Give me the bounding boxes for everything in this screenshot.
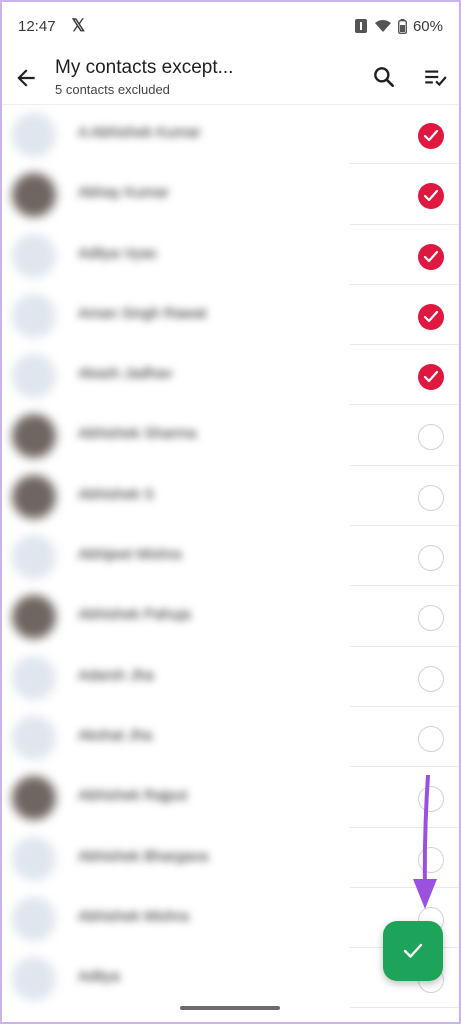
avatar (12, 776, 56, 821)
check-icon (403, 943, 423, 958)
contact-name: Abhishek S (78, 485, 154, 503)
unchecked-circle-icon[interactable] (418, 605, 444, 632)
contact-name: Abhishek Bhargava (78, 847, 209, 865)
contact-row[interactable]: Abhijeet Mishra (0, 526, 461, 587)
contact-row[interactable]: Abhishek Bhargava (0, 828, 461, 888)
title-block: My contacts except... 5 contacts exclude… (55, 57, 233, 97)
contact-row[interactable]: Aditya Vyas (0, 225, 461, 285)
annotation-arrow (413, 775, 437, 909)
unchecked-circle-icon[interactable] (418, 484, 444, 511)
arrow-left-icon[interactable] (13, 65, 39, 91)
checked-icon[interactable] (418, 123, 444, 149)
page-subtitle: 5 contacts excluded (55, 82, 170, 97)
avatar (12, 836, 56, 881)
unchecked-circle-icon[interactable] (418, 545, 444, 572)
status-time: 12:47 (18, 17, 56, 35)
avatar (12, 957, 56, 1002)
contact-name: Aditya Vyas (78, 244, 157, 262)
status-bar: 12:47 𝕏 60% (0, 0, 461, 52)
avatar (12, 173, 56, 218)
unchecked-circle-icon[interactable] (418, 665, 444, 692)
confirm-button[interactable] (383, 921, 443, 981)
avatar (12, 715, 56, 760)
contact-row[interactable]: Akshat Jha (0, 707, 461, 768)
contact-row[interactable]: Adarsh Jha (0, 647, 461, 707)
search-icon[interactable] (371, 64, 397, 90)
contact-name: Akshat Jha (78, 726, 153, 744)
contact-row[interactable]: Aman Singh Rawat (0, 285, 461, 346)
avatar (12, 354, 56, 399)
contact-name: Akash Jadhav (78, 365, 173, 383)
contact-name: Aman Singh Rawat (78, 304, 207, 322)
contact-name: A Abhishek Kumar (78, 124, 201, 141)
contact-row[interactable]: Abhishek Pahuja (0, 586, 461, 647)
app-bar: My contacts except... 5 contacts exclude… (0, 52, 461, 105)
page-title: My contacts except... (55, 57, 234, 78)
battery-percent: 60% (412, 17, 443, 35)
checked-icon[interactable] (418, 183, 444, 210)
contact-name: Adarsh Jha (78, 666, 154, 684)
avatar (12, 595, 56, 640)
avatar (12, 414, 56, 459)
wifi-icon (374, 20, 391, 32)
unchecked-circle-icon[interactable] (418, 725, 444, 752)
contact-list: A Abhishek Kumar Abhay Kumar Aditya Vyas Am… (0, 104, 461, 1009)
notification-icon (354, 19, 367, 33)
checklist-icon[interactable] (422, 64, 448, 90)
contact-row[interactable]: A Abhishek Kumar (0, 104, 461, 165)
contact-row[interactable]: Abhishek Rajput (0, 767, 461, 828)
avatar (12, 293, 56, 338)
contact-row[interactable]: Abhishek Sharma (0, 405, 461, 466)
contact-name: Abhay Kumar (78, 184, 169, 202)
checked-icon[interactable] (418, 364, 444, 391)
contact-name: Abhishek Sharma (78, 425, 197, 443)
contact-name: Abhishek Pahuja (78, 606, 191, 624)
avatar (12, 896, 56, 941)
avatar (12, 655, 56, 700)
status-icons: 60% (354, 18, 443, 35)
avatar (12, 233, 56, 278)
unchecked-circle-icon[interactable] (418, 424, 444, 451)
contact-row[interactable]: Akash Jadhav (0, 345, 461, 406)
contact-name: Aditya (78, 968, 120, 986)
contact-name: Abhishek Rajput (78, 787, 188, 805)
avatar (12, 474, 56, 519)
x-logo-icon: 𝕏 (71, 16, 86, 35)
divider (350, 1007, 461, 1009)
battery-icon (397, 18, 407, 34)
contact-name: Abhishek Mishra (78, 907, 189, 925)
checked-icon[interactable] (418, 303, 444, 330)
avatar (12, 113, 56, 157)
contact-row[interactable]: Abhishek S (0, 466, 461, 527)
home-indicator (180, 1006, 280, 1010)
avatar (12, 535, 56, 580)
contact-row[interactable]: Abhay Kumar (0, 164, 461, 225)
contact-name: Abhijeet Mishra (78, 546, 182, 564)
checked-icon[interactable] (418, 243, 444, 270)
